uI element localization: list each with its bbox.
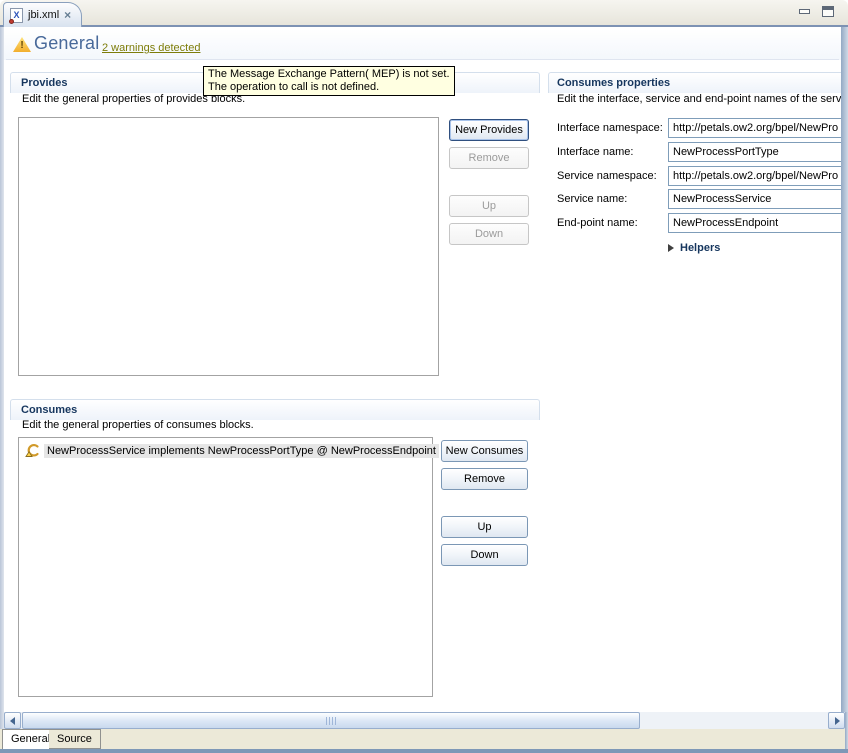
provides-remove-button[interactable]: Remove (449, 147, 529, 169)
consumes-properties-section-header: Consumes properties (548, 72, 845, 93)
consumes-up-button[interactable]: Up (441, 516, 528, 538)
consumes-item-text: NewProcessService implements NewProcessP… (44, 444, 439, 458)
service-namespace-input[interactable] (668, 166, 845, 186)
page-title: General (34, 33, 99, 54)
consumes-properties-description: Edit the interface, service and end-poin… (557, 93, 844, 105)
tooltip-line-1: The Message Exchange Pattern( MEP) is no… (208, 68, 450, 81)
service-namespace-label: Service namespace: (557, 170, 657, 182)
header-separator (6, 59, 839, 60)
consumes-description: Edit the general properties of consumes … (22, 419, 254, 431)
consumes-properties-title: Consumes properties (549, 73, 844, 89)
scroll-left-button[interactable] (4, 712, 21, 729)
chevron-right-icon (835, 717, 840, 725)
editor-tab-bar: X jbi.xml × (0, 0, 848, 27)
consumes-remove-button[interactable]: Remove (441, 468, 528, 490)
chevron-right-icon (668, 244, 674, 252)
service-name-input[interactable] (668, 189, 845, 209)
consumes-section-title: Consumes (11, 400, 539, 416)
new-consumes-button[interactable]: New Consumes (441, 440, 528, 462)
interface-name-input[interactable] (668, 142, 845, 162)
chevron-left-icon (10, 717, 15, 725)
scrollbar-grip-icon (326, 717, 336, 725)
eclipse-editor-window: X jbi.xml × General 2 warnings detected … (0, 0, 848, 753)
consume-warning-icon (25, 443, 40, 458)
consumes-down-button[interactable]: Down (441, 544, 528, 566)
horizontal-scrollbar[interactable] (4, 712, 845, 729)
window-right-border (841, 27, 848, 712)
tooltip-line-2: The operation to call is not defined. (208, 81, 450, 94)
consumes-list[interactable]: NewProcessService implements NewProcessP… (18, 437, 433, 697)
helpers-expandable[interactable]: Helpers (668, 242, 720, 254)
scrollbar-thumb[interactable] (22, 712, 640, 729)
modified-dot-icon (9, 19, 14, 24)
helpers-label: Helpers (680, 242, 720, 254)
window-left-border (0, 27, 4, 729)
editor-tab-label: jbi.xml (28, 9, 59, 21)
warning-tooltip: The Message Exchange Pattern( MEP) is no… (203, 66, 455, 96)
provides-down-button[interactable]: Down (449, 223, 529, 245)
consumes-list-item[interactable]: NewProcessService implements NewProcessP… (25, 443, 439, 458)
editor-tab-jbi-xml[interactable]: X jbi.xml × (3, 2, 82, 27)
end-point-name-label: End-point name: (557, 217, 638, 229)
service-name-label: Service name: (557, 193, 627, 205)
consumes-section-header: Consumes (10, 399, 540, 420)
close-icon[interactable]: × (64, 9, 71, 21)
interface-namespace-input[interactable] (668, 118, 845, 138)
xml-file-icon: X (10, 8, 23, 23)
tab-source[interactable]: Source (49, 729, 101, 749)
provides-list[interactable] (18, 117, 439, 376)
minimize-icon[interactable] (799, 9, 810, 14)
warnings-detected-link[interactable]: 2 warnings detected (102, 42, 200, 54)
interface-name-label: Interface name: (557, 146, 633, 158)
end-point-name-input[interactable] (668, 213, 845, 233)
scroll-right-button[interactable] (828, 712, 845, 729)
warning-icon (13, 37, 31, 52)
provides-up-button[interactable]: Up (449, 195, 529, 217)
interface-namespace-label: Interface namespace: (557, 122, 663, 134)
new-provides-button[interactable]: New Provides (449, 119, 529, 141)
page-tab-bar: General Source (0, 729, 848, 749)
window-bottom-edge (0, 749, 848, 753)
maximize-icon[interactable] (822, 6, 834, 17)
